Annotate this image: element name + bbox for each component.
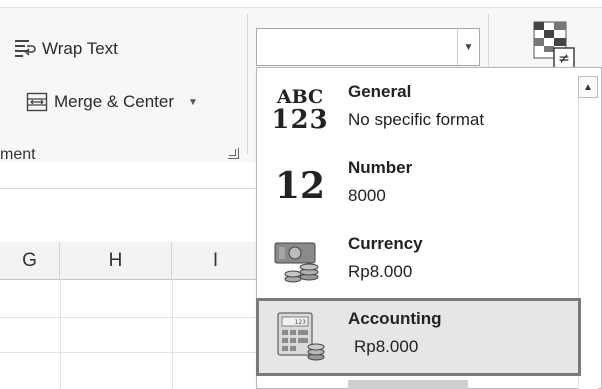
dialog-launcher-icon[interactable] xyxy=(228,148,239,159)
merge-center-label: Merge & Center xyxy=(54,92,174,111)
abc-123-icon: ABC 123 xyxy=(268,84,332,136)
format-option-title: Number xyxy=(348,158,413,177)
merge-center-icon xyxy=(26,92,48,112)
grid-row-line xyxy=(0,352,260,353)
currency-icon xyxy=(268,236,332,288)
column-header-label: I xyxy=(212,249,219,271)
ribbon-divider xyxy=(247,14,248,154)
123-icon-text: 123 xyxy=(271,104,329,135)
wrap-text-label: Wrap Text xyxy=(42,39,118,58)
format-option-next-partial[interactable] xyxy=(262,380,576,389)
format-option-number[interactable]: 12 Number 8000 xyxy=(262,150,576,222)
menu-scrollbar-track[interactable] xyxy=(578,98,598,389)
column-header-label: H xyxy=(108,249,123,271)
format-option-sample: Rp8.000 xyxy=(348,262,413,281)
abc-icon-text: ABC xyxy=(276,85,324,108)
format-option-general[interactable]: ABC 123 General No specific format xyxy=(262,74,576,146)
format-option-sample: Rp8.000 xyxy=(354,337,419,356)
ribbon-top-edge xyxy=(0,0,602,8)
format-option-currency[interactable]: Currency Rp8.000 xyxy=(262,226,576,298)
format-option-title: General xyxy=(348,82,412,101)
column-header-label: G xyxy=(22,249,37,271)
svg-text:≠: ≠ xyxy=(558,51,570,67)
number-format-combobox[interactable]: ▼ xyxy=(256,28,480,66)
column-header-g[interactable]: G xyxy=(0,242,60,280)
wrap-text-icon xyxy=(14,39,36,59)
number-format-dropdown-arrow-icon[interactable]: ▼ xyxy=(457,29,479,65)
merge-center-button[interactable]: Merge & Center ▼ xyxy=(26,89,198,115)
accounting-calculator-icon: 123 xyxy=(268,311,332,363)
conditional-formatting-icon[interactable]: ≠ xyxy=(530,20,578,70)
wrap-text-button[interactable]: Wrap Text xyxy=(14,36,118,62)
menu-scroll-up-icon[interactable]: ▲ xyxy=(578,76,598,98)
format-option-title: Currency xyxy=(348,234,423,253)
column-header-h[interactable]: H xyxy=(60,242,172,280)
format-option-accounting[interactable]: 123 Accounting Rp8.000 xyxy=(256,298,581,376)
format-option-sample: No specific format xyxy=(348,110,485,129)
format-option-sample: 8000 xyxy=(348,186,386,205)
grid-col-line xyxy=(60,280,61,389)
grid-row-line xyxy=(0,317,260,318)
formula-bar-edge xyxy=(0,188,260,189)
format-option-title: Accounting xyxy=(348,309,442,328)
column-header-i[interactable]: I xyxy=(172,242,260,280)
number-icon-text: 12 xyxy=(274,165,326,207)
merge-dropdown-caret-icon[interactable]: ▼ xyxy=(188,97,198,108)
partial-option-label xyxy=(348,380,468,389)
grid-col-line xyxy=(172,280,173,389)
svg-text:123: 123 xyxy=(295,319,307,326)
number-12-icon: 12 xyxy=(268,160,332,212)
